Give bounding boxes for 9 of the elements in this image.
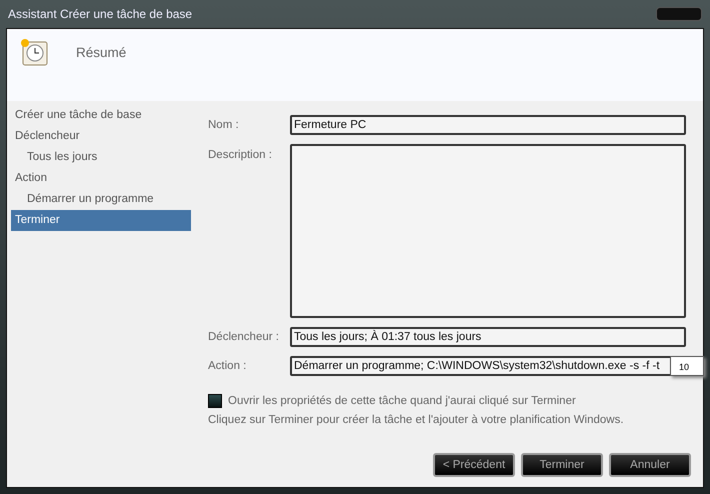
checkbox-label: Ouvrir les propriétés de cette tâche quand j'aurai cliqué sur Terminer — [228, 395, 576, 407]
field-label: Nom : — [208, 119, 240, 131]
page-title: Résumé — [76, 45, 126, 60]
field-label: Déclencheur : — [208, 331, 280, 343]
field-label: Action : — [208, 360, 248, 372]
tooltip: 10 — [670, 356, 704, 376]
hint-text: Cliquez sur Terminer pour créer la tâche et l'ajouter à votre planification Windows. — [208, 414, 625, 426]
field-label: Description : — [208, 149, 273, 161]
window-title: Assistant Créer une tâche de base — [8, 7, 192, 21]
